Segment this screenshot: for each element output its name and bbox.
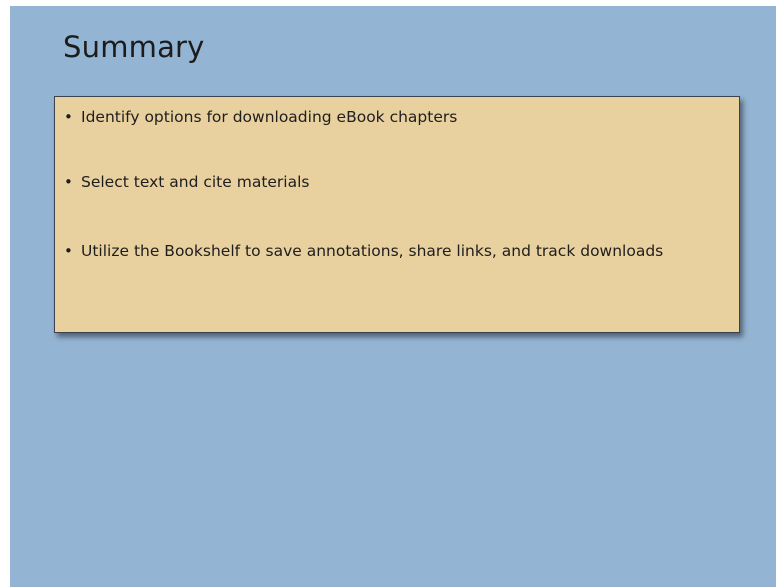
bullet-list: • Identify options for downloading eBook… xyxy=(63,106,713,263)
bullet-icon: • xyxy=(64,108,73,126)
bullet-item: • Select text and cite materials xyxy=(63,171,713,194)
bullet-item: • Identify options for downloading eBook… xyxy=(63,106,713,129)
bullet-icon: • xyxy=(64,242,73,260)
bullet-text: Utilize the Bookshelf to save annotation… xyxy=(81,242,664,260)
slide: Summary • Identify options for downloadi… xyxy=(10,6,776,587)
bullet-text: Identify options for downloading eBook c… xyxy=(81,108,458,126)
slide-title: Summary xyxy=(63,30,205,64)
bullet-item: • Utilize the Bookshelf to save annotati… xyxy=(63,240,713,263)
bullet-text: Select text and cite materials xyxy=(81,173,310,191)
bullet-icon: • xyxy=(64,173,73,191)
summary-box: • Identify options for downloading eBook… xyxy=(54,96,740,333)
